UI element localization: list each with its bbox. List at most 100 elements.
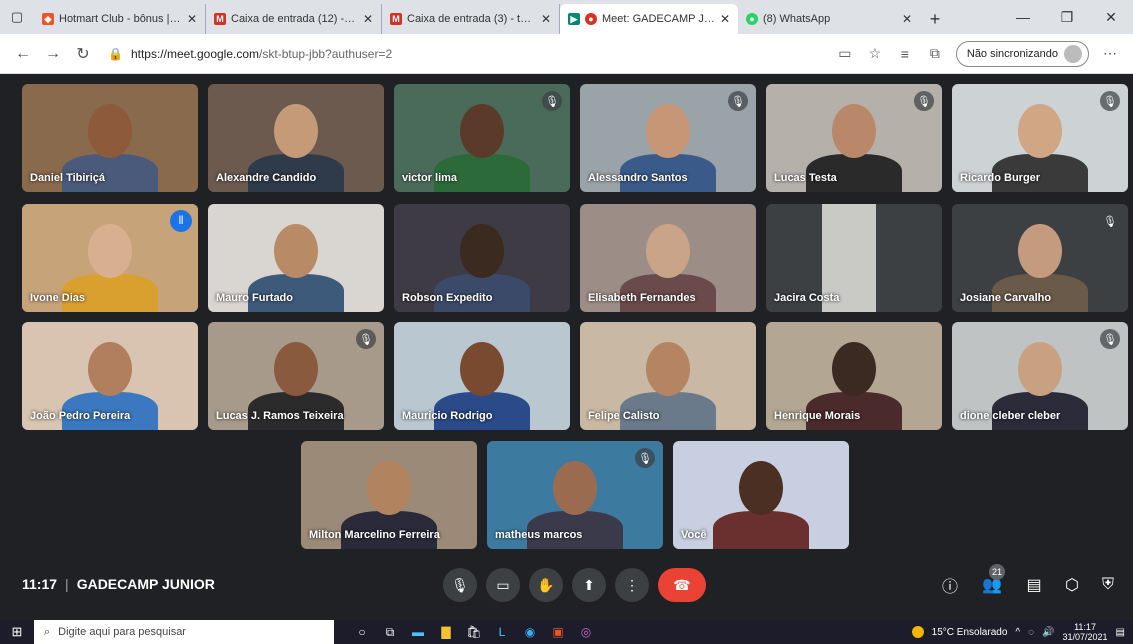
meeting-controls-bar: 11:17 | GADECAMP JUNIOR 🎙 ▭ ✋ ⬆ ⋮ ☎ ⓘ 👥 21 … — [0, 560, 1133, 608]
url-field[interactable]: 🔒 https://meet.google.com/skt-btup-jbb?a… — [108, 47, 830, 61]
tab-whatsapp[interactable]: ● (8) WhatsApp ✕ — [738, 4, 920, 34]
tab-gmail-1[interactable]: M Caixa de entrada (12) - santo ✕ — [206, 4, 382, 34]
participant-tile[interactable]: Ricardo Burger 🎙 — [952, 84, 1128, 192]
participant-name: Alexandre Candido — [216, 172, 317, 184]
file-explorer-icon[interactable]: ▇ — [432, 620, 460, 644]
raise-hand-button[interactable]: ✋ — [529, 568, 563, 602]
participant-tile[interactable]: Robson Expedito — [394, 204, 570, 312]
participant-name: Robson Expedito — [402, 292, 493, 304]
minimize-icon[interactable]: — — [1001, 0, 1045, 34]
host-controls-icon[interactable]: ⛨ — [1093, 570, 1123, 600]
camera-in-use-icon[interactable]: ▭ — [830, 45, 860, 62]
participant-name: Jacira Costa — [774, 292, 840, 304]
mic-muted-icon: 🎙 — [1100, 211, 1120, 231]
person-head — [88, 224, 132, 278]
person-head — [1018, 342, 1062, 396]
close-tab-icon[interactable]: ✕ — [541, 12, 551, 26]
participant-tile[interactable]: Elisabeth Fernandes — [580, 204, 756, 312]
windows-start-icon[interactable]: ⊞ — [0, 620, 34, 644]
participant-name: Elisabeth Fernandes — [588, 292, 696, 304]
clock[interactable]: 11:17 31/07/2021 — [1063, 622, 1108, 642]
mic-muted-icon: 🎙 — [728, 91, 748, 111]
volume-icon[interactable]: 🔊 — [1042, 627, 1054, 638]
participant-name: Ricardo Burger — [960, 172, 1041, 184]
participant-tile[interactable]: Felipe Calisto — [580, 322, 756, 430]
participant-tile[interactable]: Jacira Costa — [766, 204, 942, 312]
close-tab-icon[interactable]: ✕ — [187, 12, 197, 26]
participant-tile[interactable]: Alexandre Candido — [208, 84, 384, 192]
person-head — [88, 342, 132, 396]
screen: ▢ ◆ Hotmart Club - bônus | assin ✕ M Cai… — [0, 0, 1133, 644]
participant-tile[interactable]: João Pedro Pereira — [22, 322, 198, 430]
activities-icon[interactable]: ⬡ — [1057, 570, 1087, 600]
chat-icon[interactable]: ▤ — [1019, 570, 1049, 600]
mail-app-icon[interactable]: ▬ — [404, 620, 432, 644]
person-figure — [713, 511, 809, 549]
person-head — [274, 342, 318, 396]
store-icon[interactable]: 🛍 — [460, 620, 488, 644]
close-tab-icon[interactable]: ✕ — [902, 12, 912, 26]
person-head — [739, 461, 783, 515]
meet-icon: ▶ — [568, 13, 580, 25]
participant-tile[interactable]: matheus marcos 🎙 — [487, 441, 663, 549]
app-icon[interactable]: ◎ — [572, 620, 600, 644]
tab-gmail-2[interactable]: M Caixa de entrada (3) - thalita ✕ — [382, 4, 560, 34]
tray-chevron-icon[interactable]: ^ — [1015, 627, 1020, 638]
favorite-icon[interactable]: ☆ — [860, 45, 890, 62]
meeting-info: 11:17 | GADECAMP JUNIOR — [22, 576, 215, 592]
participant-tile[interactable]: Lucas J. Ramos Teixeira 🎙 — [208, 322, 384, 430]
person-head — [1018, 104, 1062, 158]
task-view-icon[interactable]: ⧉ — [376, 620, 404, 644]
back-icon[interactable]: ← — [8, 39, 38, 69]
new-tab-button[interactable]: + — [920, 4, 950, 34]
collections-icon[interactable]: ⧉ — [920, 45, 950, 62]
gmail-icon: M — [214, 13, 226, 25]
browser-tab-bar: ▢ ◆ Hotmart Club - bônus | assin ✕ M Cai… — [0, 0, 1133, 34]
person-head — [460, 224, 504, 278]
close-tab-icon[interactable]: ✕ — [720, 12, 730, 26]
l-app-icon[interactable]: L — [488, 620, 516, 644]
notifications-icon[interactable]: ▤ — [1116, 627, 1125, 638]
meeting-details-icon[interactable]: ⓘ — [935, 570, 965, 600]
participant-tile[interactable]: Josiane Carvalho 🎙 — [952, 204, 1128, 312]
microphone-button[interactable]: 🎙 — [443, 568, 477, 602]
edge-icon[interactable]: ◉ — [516, 620, 544, 644]
taskbar-search[interactable]: ⌕ Digite aqui para pesquisar — [34, 620, 334, 644]
participant-tile[interactable]: Milton Marcelino Ferreira — [301, 441, 477, 549]
leave-call-button[interactable]: ☎ — [658, 568, 706, 602]
forward-icon[interactable]: → — [38, 39, 68, 69]
participant-tile[interactable]: Henrique Morais — [766, 322, 942, 430]
participant-tile[interactable]: Ivone Dias ⦀ — [22, 204, 198, 312]
participant-tile[interactable]: Você — [673, 441, 849, 549]
tab-hotmart[interactable]: ◆ Hotmart Club - bônus | assin ✕ — [34, 4, 206, 34]
whatsapp-icon: ● — [746, 13, 758, 25]
gmail-icon: M — [390, 13, 402, 25]
tab-actions-icon[interactable]: ▢ — [0, 0, 34, 34]
participant-name: victor lima — [402, 172, 458, 184]
participant-tile[interactable]: Mauricio Rodrigo — [394, 322, 570, 430]
participant-name: Você — [681, 529, 707, 541]
participant-tile[interactable]: Alessandro Santos 🎙 — [580, 84, 756, 192]
sync-status-button[interactable]: Não sincronizando — [955, 40, 1089, 67]
participant-tile[interactable]: dione cleber cleber 🎙 — [952, 322, 1128, 430]
participant-tile[interactable]: victor lima 🎙 — [394, 84, 570, 192]
close-window-icon[interactable]: ✕ — [1089, 0, 1133, 34]
more-options-button[interactable]: ⋮ — [615, 568, 649, 602]
close-tab-icon[interactable]: ✕ — [363, 12, 373, 26]
window-controls: — ❐ ✕ — [1001, 0, 1133, 34]
maximize-icon[interactable]: ❐ — [1045, 0, 1089, 34]
cortana-icon[interactable]: ○ — [348, 620, 376, 644]
participant-tile[interactable]: Lucas Testa 🎙 — [766, 84, 942, 192]
camera-button[interactable]: ▭ — [486, 568, 520, 602]
present-screen-button[interactable]: ⬆ — [572, 568, 606, 602]
more-menu-icon[interactable]: ⋯ — [1095, 45, 1125, 62]
participant-tile[interactable]: Daniel Tibiriçá — [22, 84, 198, 192]
favorites-list-icon[interactable]: ≡ — [890, 46, 920, 62]
network-icon[interactable]: ◌ — [1028, 627, 1034, 638]
participant-tile[interactable]: Mauro Furtado — [208, 204, 384, 312]
tab-meet[interactable]: ▶ ● Meet: GADECAMP JUNI ✕ — [560, 4, 738, 34]
person-head — [274, 224, 318, 278]
people-icon[interactable]: 👥 21 — [977, 564, 1007, 600]
powerpoint-icon[interactable]: ▣ — [544, 620, 572, 644]
refresh-icon[interactable]: ↻ — [68, 39, 98, 69]
